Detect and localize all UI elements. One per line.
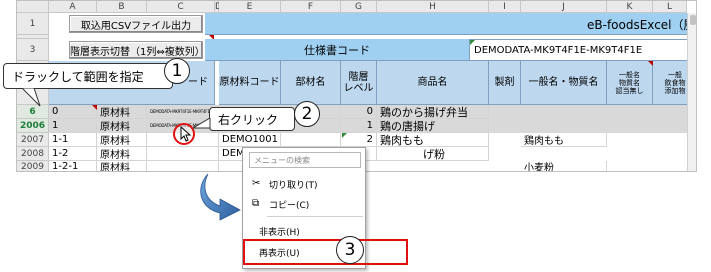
cell-h6[interactable]: 鶏のから揚げ弁当 bbox=[377, 105, 489, 119]
menu-item-cut[interactable]: ✂ 切り取り(T) bbox=[243, 176, 365, 192]
column-header-e[interactable]: E bbox=[219, 1, 281, 13]
row-header-3[interactable]: 3 bbox=[17, 39, 49, 61]
cell-a2008[interactable]: 1-2 bbox=[49, 147, 97, 161]
menu-search-input[interactable]: メニューの検索 bbox=[249, 152, 361, 168]
header-generic-none: 一般名 物質名 認当無し bbox=[607, 61, 653, 105]
cell-b2006[interactable]: 原材料 bbox=[97, 119, 147, 133]
step2-pointer bbox=[193, 118, 211, 129]
header-part-name: 部材名 bbox=[281, 61, 341, 105]
cell-j2007[interactable]: 鶏肉もも bbox=[521, 133, 607, 147]
row-header-2009[interactable]: 2009 bbox=[17, 161, 49, 171]
menu-separator bbox=[267, 216, 363, 217]
vertical-scrollbar[interactable] bbox=[687, 13, 696, 171]
cell-b2009[interactable]: 原材料 bbox=[97, 161, 147, 171]
cell-j2009[interactable]: 小麦粉 bbox=[521, 161, 607, 171]
step2-callout: 右クリック bbox=[209, 107, 295, 131]
column-header-i[interactable]: I bbox=[489, 1, 521, 13]
step1-text: ドラックして範囲を指定 bbox=[12, 69, 144, 84]
spec-code-label: 仕様書コード bbox=[205, 39, 469, 61]
cell-b2008[interactable]: 原材料 bbox=[97, 147, 147, 161]
cell-g6[interactable]: 0 bbox=[341, 105, 377, 119]
unhide-highlight-box bbox=[243, 239, 408, 265]
cell-d2008[interactable] bbox=[147, 147, 219, 161]
column-header-k[interactable]: K bbox=[607, 1, 653, 13]
cell-b6[interactable]: 原材料 bbox=[97, 105, 147, 119]
menu-item-copy[interactable]: ⧉ コピー(C) bbox=[243, 196, 365, 212]
row-header-2006[interactable]: 2006 bbox=[17, 119, 49, 133]
column-header-h[interactable]: H bbox=[377, 1, 489, 13]
step1-number: 1 bbox=[164, 58, 190, 84]
copy-icon: ⧉ bbox=[252, 198, 260, 209]
row-header-2008[interactable]: 2008 bbox=[17, 147, 49, 161]
cell-h2008[interactable]: げ粉 bbox=[377, 147, 489, 161]
scrollbar-thumb[interactable] bbox=[690, 15, 696, 25]
comment-marker bbox=[648, 61, 653, 66]
scissors-icon: ✂ bbox=[252, 178, 261, 189]
column-header-l[interactable]: L bbox=[653, 1, 687, 13]
comment-marker bbox=[92, 105, 97, 110]
cell-e2007[interactable]: DEMO1001 bbox=[219, 133, 281, 147]
column-header-g[interactable]: G bbox=[341, 1, 377, 13]
step2-number: 2 bbox=[294, 101, 320, 127]
csv-export-button[interactable]: 取込用CSVファイル出力 bbox=[69, 15, 203, 33]
row-header-1[interactable]: 1 bbox=[17, 13, 49, 35]
header-level: 階層 レベル bbox=[341, 61, 377, 105]
header-generic-name: 一般名・物質名 bbox=[521, 61, 607, 105]
cell-a6[interactable]: 0 bbox=[49, 105, 97, 119]
header-material-code: 原材料コード bbox=[219, 61, 281, 105]
cell-d2009[interactable] bbox=[147, 161, 219, 171]
spec-code-value[interactable]: DEMODATA-MK9T4F1E-MK9T4F1E bbox=[469, 39, 696, 61]
header-formulation: 製剤 bbox=[489, 61, 521, 105]
column-header-b[interactable]: B bbox=[97, 1, 147, 13]
row-header-2007[interactable]: 2007 bbox=[17, 133, 49, 147]
cell-a2006[interactable]: 1 bbox=[49, 119, 97, 133]
step1-pointer bbox=[21, 88, 41, 107]
app-title: eB-foodsExcel（厨 bbox=[587, 17, 696, 32]
curved-arrow-icon bbox=[200, 173, 241, 221]
cell-b2007[interactable]: 原材料 bbox=[97, 133, 147, 147]
column-header-f[interactable]: F bbox=[281, 1, 341, 13]
step2-text: 右クリック bbox=[218, 112, 279, 127]
green-marker bbox=[342, 133, 347, 138]
column-header-a[interactable]: A bbox=[49, 1, 97, 13]
cell-g2006[interactable]: 1 bbox=[341, 119, 377, 133]
mouse-cursor-icon bbox=[180, 126, 192, 142]
column-header-j[interactable]: J bbox=[521, 1, 607, 13]
column-header-c[interactable]: C bbox=[147, 1, 215, 13]
step3-number: 3 bbox=[336, 236, 364, 264]
cell-a2009[interactable]: 1-2-1 bbox=[49, 161, 97, 171]
cell-h2007[interactable]: 鶏肉もも bbox=[377, 133, 489, 147]
hierarchy-toggle-button[interactable]: 階層表示切替（1列⇔複数列） bbox=[69, 41, 205, 59]
green-marker bbox=[470, 40, 475, 45]
cell-f2007[interactable] bbox=[281, 133, 341, 147]
cell-h2006[interactable]: 鶏の唐揚げ bbox=[377, 119, 489, 133]
header-product-name: 商品名 bbox=[377, 61, 489, 105]
select-all-corner[interactable] bbox=[17, 1, 49, 13]
cell-a2007[interactable]: 1-1 bbox=[49, 133, 97, 147]
step1-callout: ドラックして範囲を指定 bbox=[3, 63, 173, 89]
